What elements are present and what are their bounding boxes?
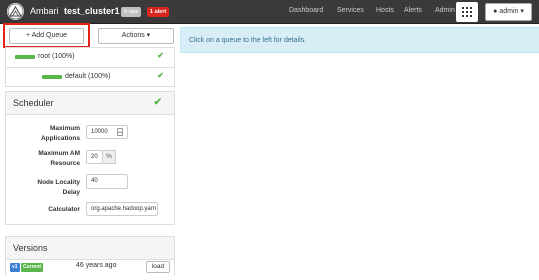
percent-addon: % [103,150,116,164]
queue-capacity-bar [15,55,35,59]
nav-services[interactable]: Services [337,7,364,14]
spinner-icon[interactable] [117,128,123,136]
queue-item-root[interactable]: root (100%) ✔ [6,48,174,67]
app-name[interactable]: Ambari [30,6,59,16]
info-alert: Click on a queue to the left for details… [180,27,539,53]
user-menu-button[interactable]: ● admin ▾ [485,3,532,21]
check-icon: ✔ [153,97,162,108]
check-icon: ✔ [157,51,164,60]
max-applications-value: 10000 [91,129,108,135]
cluster-name[interactable]: test_cluster1 [64,6,120,16]
grid-icon [462,7,472,17]
queue-label: default (100%) [65,73,111,80]
current-badge: Current [21,263,44,272]
max-applications-label: Maximum Applications [40,125,80,142]
scheduler-panel-header: Scheduler ✔ [6,92,174,115]
nav-admin[interactable]: Admin [435,7,455,14]
nav-hosts[interactable]: Hosts [376,7,394,14]
calculator-input[interactable]: org.apache.hadoop.yarn [86,202,158,216]
panel-title: Versions [13,243,48,253]
max-am-resource-input[interactable]: 20 [86,150,103,164]
user-menu-label: admin ▾ [499,8,524,15]
ambari-logo-icon[interactable] [7,3,24,20]
check-icon: ✔ [157,71,164,80]
info-message: Click on a queue to the left for details… [189,37,307,44]
ops-badge[interactable]: 0 ops [121,7,142,17]
nav-dashboard[interactable]: Dashboard [289,7,323,14]
queue-label: root (100%) [38,53,75,60]
panel-title: Scheduler [13,98,54,108]
node-locality-delay-input[interactable]: 40 [86,174,128,189]
add-queue-button[interactable]: + Add Queue [9,28,84,44]
load-version-button[interactable]: load [146,261,170,273]
queue-capacity-bar [42,75,62,79]
node-locality-delay-label: Node Locality Delay [37,179,80,196]
max-applications-input[interactable]: 10000 [86,125,128,139]
calculator-label: Calculator [48,206,80,213]
max-am-resource-label: Maximum AM Resource [38,150,80,167]
actions-dropdown-button[interactable]: Actions ▾ [98,28,174,44]
nav-alerts[interactable]: Alerts [404,7,422,14]
node-locality-delay-value: 40 [91,178,98,184]
calculator-value: org.apache.hadoop.yarn [91,206,157,212]
version-time: 46 years ago [76,262,117,269]
max-am-resource-value: 20 [91,154,98,160]
queue-item-default[interactable]: default (100%) ✔ [6,67,174,86]
alert-badge[interactable]: 1 alert [147,7,170,17]
versions-panel: Versions v1 Current 46 years ago load [5,236,175,276]
top-navbar: Ambari test_cluster1 0 ops 1 alert Dashb… [0,0,539,24]
queue-list: root (100%) ✔ default (100%) ✔ [5,47,175,87]
views-menu-button[interactable] [456,2,478,22]
versions-panel-header: Versions [6,237,174,260]
version-badge: v1 [10,263,20,272]
user-icon: ● [493,8,498,15]
scheduler-panel: Scheduler ✔ Maximum Applications 10000 M… [5,91,175,225]
